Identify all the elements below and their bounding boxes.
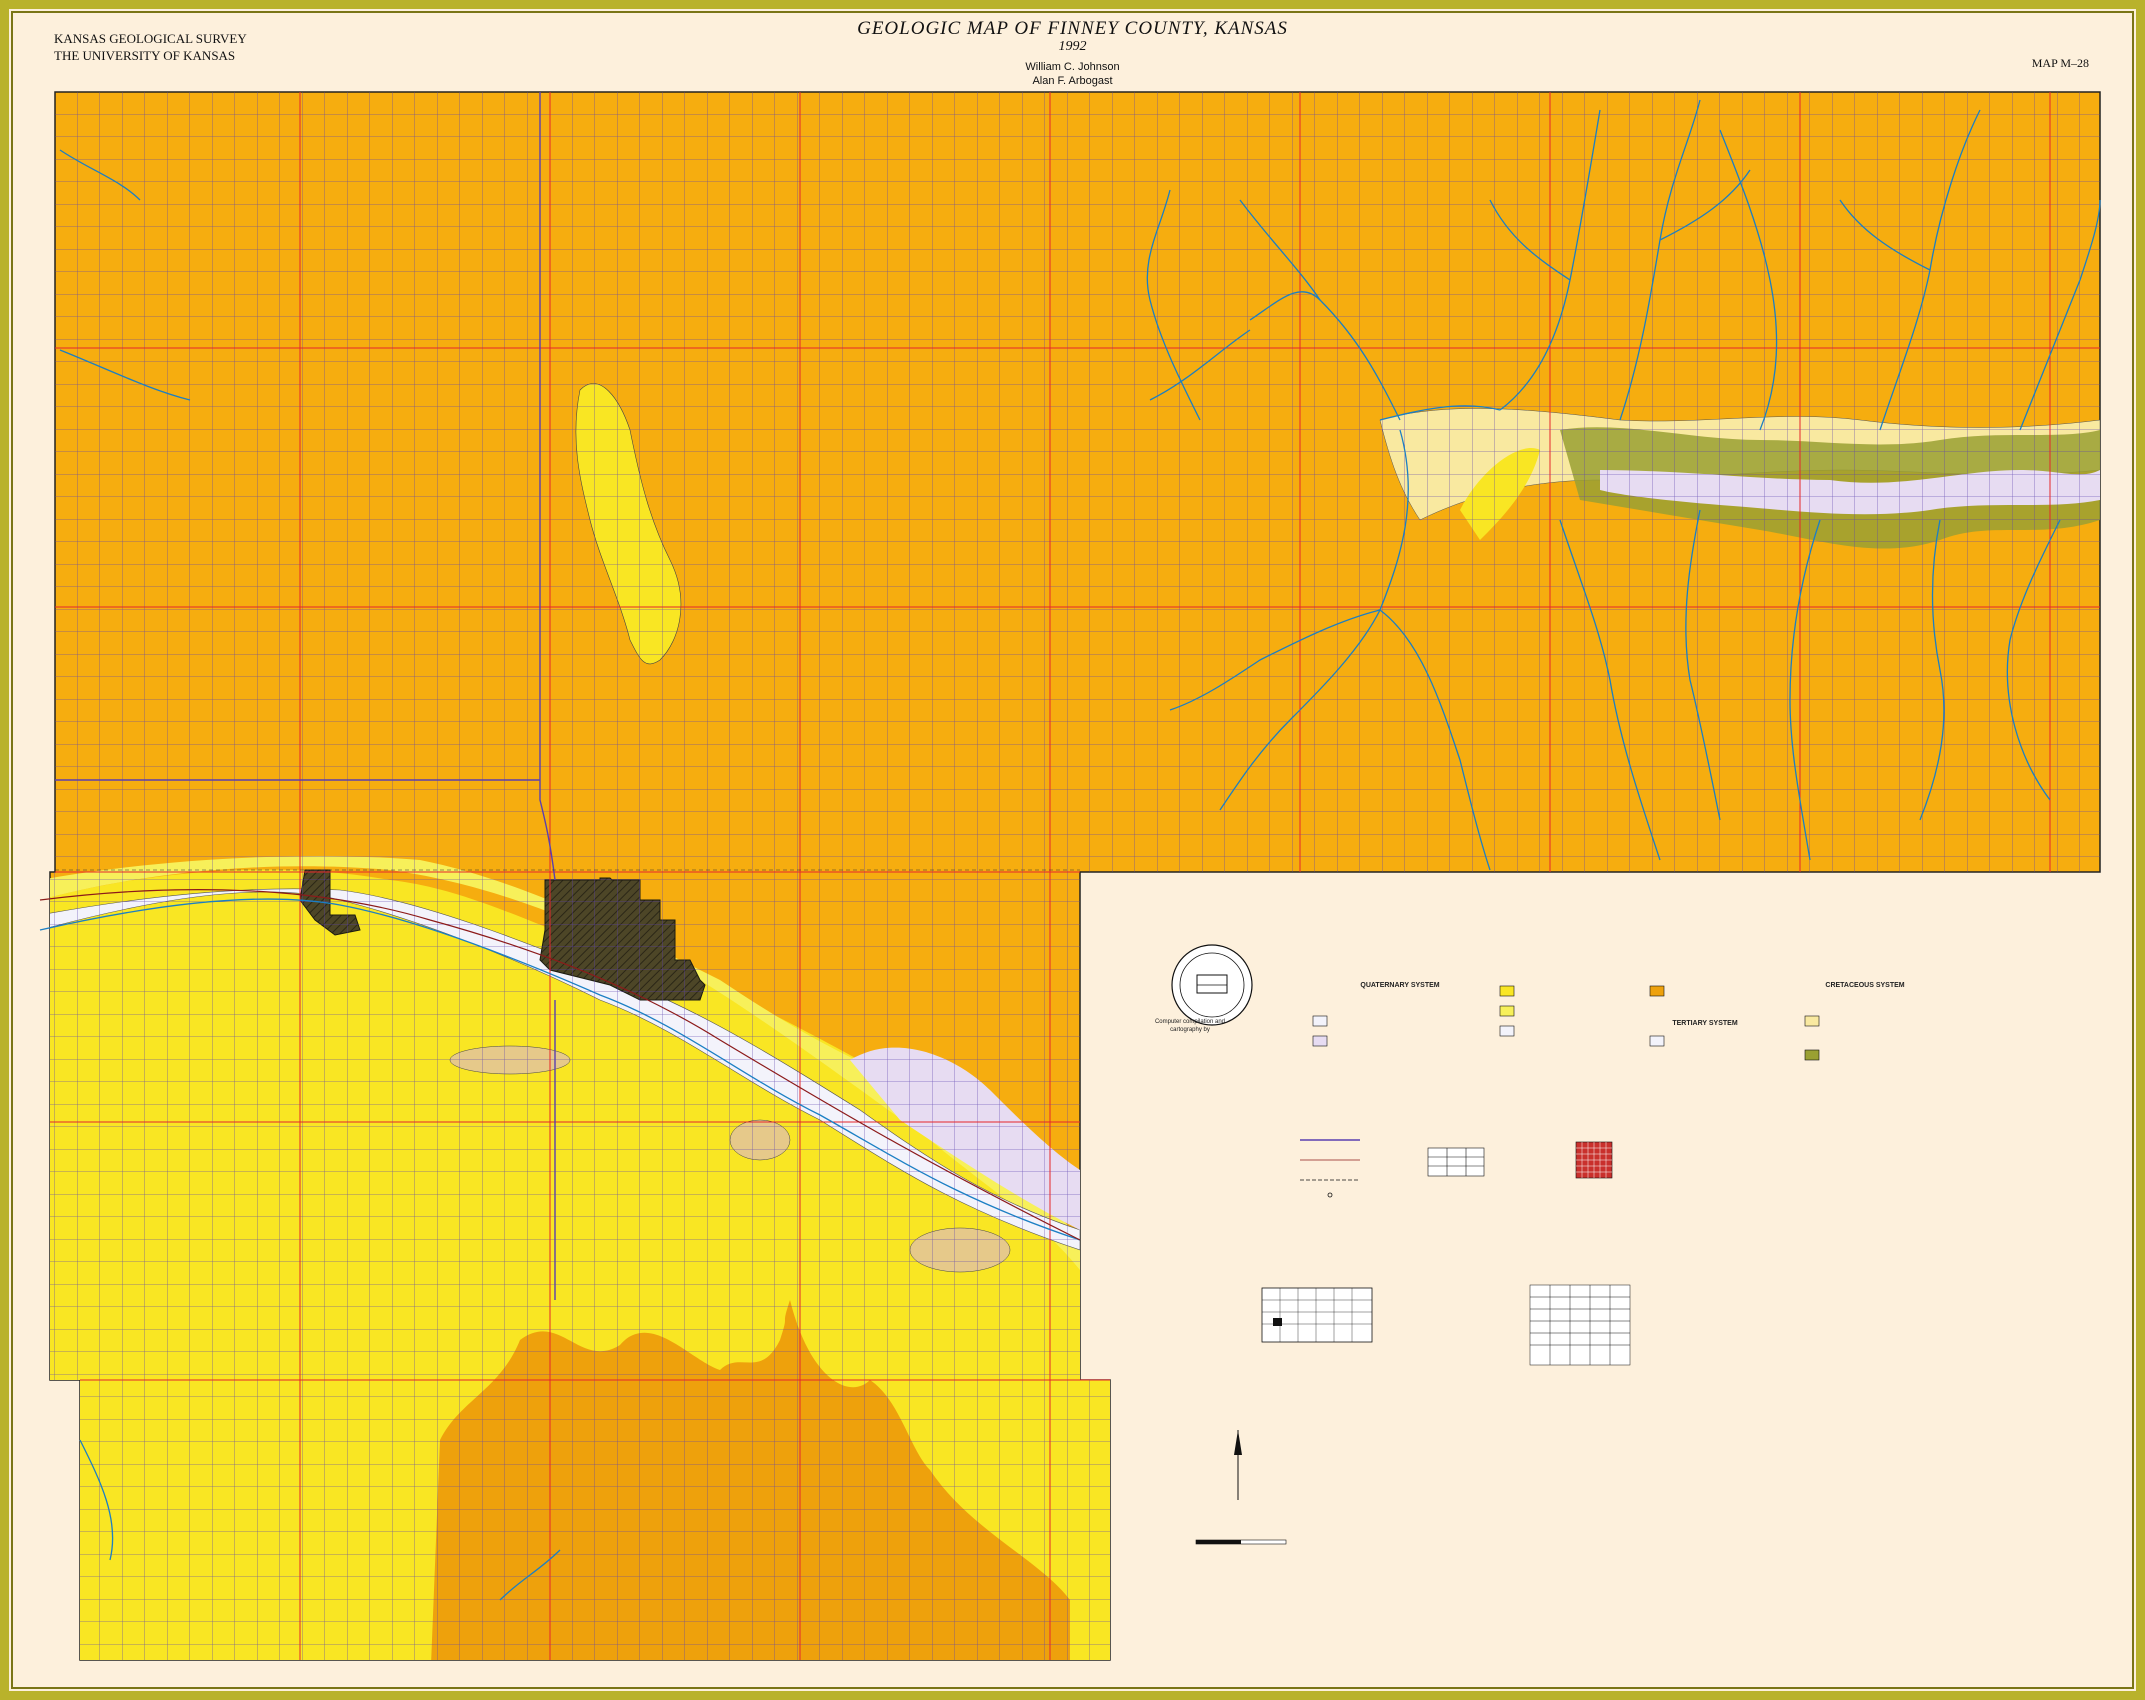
- map-symbols: [1300, 1139, 1360, 1198]
- compilation-note: Computer compilation and cartography by: [1154, 1019, 1226, 1033]
- township-table: [1427, 1147, 1485, 1177]
- section-grid: [50, 92, 2100, 1660]
- index-map-icon: [1261, 1287, 1373, 1343]
- legend-box-loess-2: [1649, 985, 1665, 997]
- legend-cretaceous-heading: CRETACEOUS SYSTEM: [1825, 982, 1905, 989]
- section-diagram: [1575, 1141, 1613, 1179]
- legend-box-terrace-deposit: [1499, 1025, 1515, 1037]
- legend-tertiary-heading: TERTIARY SYSTEM: [1672, 1020, 1738, 1027]
- legend-box-dune: [1499, 1005, 1515, 1017]
- north-arrow-icon: [1234, 1430, 1242, 1500]
- quadrangle-index: [1529, 1284, 1631, 1366]
- legend-quaternary-heading: QUATERNARY SYSTEM: [1360, 982, 1440, 989]
- legend-box-terrace: [1312, 1035, 1328, 1047]
- legend-box-loess: [1499, 985, 1515, 997]
- scale-bar-icon: [1195, 1539, 1287, 1545]
- legend-box-fort-hays: [1804, 1015, 1820, 1027]
- geologic-map[interactable]: [0, 0, 2145, 1700]
- legend-box-ogallala: [1649, 1035, 1665, 1047]
- legend-box-smoky-hill: [1804, 1049, 1820, 1061]
- seal-icon: [1171, 944, 1253, 1026]
- legend-box-alluvium: [1312, 1015, 1328, 1027]
